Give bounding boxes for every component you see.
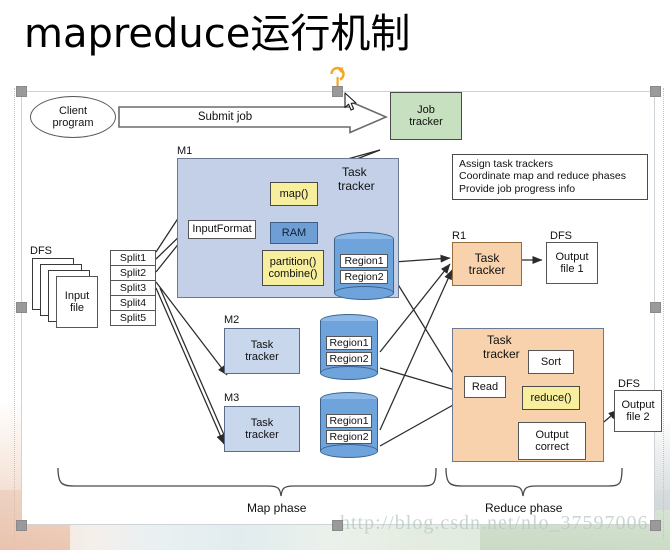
m3-region-store[interactable]: Region1 Region2: [320, 392, 378, 458]
output-file-2-line1: Output: [621, 398, 655, 411]
m1-region-1[interactable]: Region1: [340, 254, 388, 268]
cylinder-bottom: [320, 366, 378, 380]
read-node[interactable]: Read: [464, 376, 506, 398]
input-format-node[interactable]: InputFormat: [188, 220, 256, 239]
job-tracker-line2: tracker: [409, 116, 443, 128]
split-item[interactable]: Split4: [110, 295, 156, 311]
submit-job-label: Submit job: [197, 111, 253, 123]
r2-task-tracker-line1: Task: [487, 333, 512, 347]
job-tracker-line1: Job: [417, 103, 435, 116]
client-program-line2: program: [52, 117, 94, 129]
m3-region-1[interactable]: Region1: [326, 414, 372, 428]
m2-region-store[interactable]: Region1 Region2: [320, 314, 378, 380]
m1-region-store[interactable]: Region1 Region2: [334, 232, 394, 300]
m1-task-tracker-line2: tracker: [338, 179, 375, 193]
output-file-2-line2: file 2: [626, 411, 650, 423]
m2-region-1[interactable]: Region1: [326, 336, 372, 350]
slide-title[interactable]: mapreduce运行机制: [24, 6, 624, 62]
m2-task-tracker-line2: tracker: [245, 351, 279, 363]
m2-region-2[interactable]: Region2: [326, 352, 372, 366]
m3-region-2[interactable]: Region2: [326, 430, 372, 444]
mapreduce-diagram-picture[interactable]: Client program Submit job Job tracker As…: [21, 91, 662, 526]
mouse-cursor: [344, 92, 358, 112]
output-file-1-line2: file 1: [560, 263, 584, 275]
m3-task-tracker-node[interactable]: Task tracker: [224, 406, 300, 452]
m3-task-tracker-line1: Task: [250, 416, 274, 429]
selection-handle-middle-right[interactable]: [650, 302, 661, 313]
r1-dfs-label: DFS: [550, 230, 572, 242]
splits-stack: Split1 Split2 Split3 Split4 Split5: [110, 250, 156, 330]
split-item[interactable]: Split1: [110, 250, 156, 266]
m1-task-tracker-line1: Task: [342, 165, 367, 179]
m1-region-2[interactable]: Region2: [340, 270, 388, 284]
sort-node[interactable]: Sort: [528, 350, 574, 374]
input-file-line2: file: [69, 302, 85, 314]
rotate-icon: [330, 66, 345, 86]
client-program-line1: Client: [58, 104, 88, 117]
output-file-1-line1: Output: [555, 250, 589, 263]
slide-guide-right: [663, 88, 664, 540]
reduce-function-node[interactable]: reduce(): [522, 386, 580, 410]
m2-label: M2: [224, 314, 240, 326]
callout-line-3: Provide job progress info: [459, 182, 576, 195]
split-item[interactable]: Split5: [110, 310, 156, 326]
cylinder-bottom: [320, 444, 378, 458]
r1-task-tracker-node[interactable]: Task tracker: [452, 242, 522, 286]
rotate-handle[interactable]: [327, 62, 349, 86]
output-correct-line2: correct: [535, 441, 569, 453]
r2-dfs-label: DFS: [618, 378, 640, 390]
cylinder-bottom: [334, 286, 394, 300]
output-correct-node[interactable]: Output correct: [518, 422, 586, 460]
selection-handle-top-center[interactable]: [332, 86, 343, 97]
map-function-node[interactable]: map(): [270, 182, 318, 206]
selection-handle-middle-left[interactable]: [16, 302, 27, 313]
selection-handle-top-right[interactable]: [650, 86, 661, 97]
blog-watermark: http://blog.csdn.net/nlo_37597006: [340, 512, 649, 534]
diagram-canvas: Client program Submit job Job tracker As…: [22, 92, 662, 526]
m3-label: M3: [224, 392, 240, 404]
m2-task-tracker-node[interactable]: Task tracker: [224, 328, 300, 374]
input-file-node[interactable]: Input file: [56, 276, 98, 328]
m2-task-tracker-line1: Task: [250, 338, 274, 351]
r1-task-tracker-line2: tracker: [468, 263, 506, 277]
selection-handle-bottom-left[interactable]: [16, 520, 27, 531]
job-tracker-callout: Assign task trackers Coordinate map and …: [452, 154, 648, 200]
input-file-line1: Input: [64, 289, 90, 302]
callout-line-2: Coordinate map and reduce phases: [459, 170, 626, 183]
output-correct-line1: Output: [535, 428, 569, 441]
r2-task-tracker-line2: tracker: [483, 347, 520, 361]
selection-handle-top-left[interactable]: [16, 86, 27, 97]
output-file-2-node[interactable]: Output file 2: [614, 390, 662, 432]
r1-label: R1: [452, 230, 467, 242]
m1-label: M1: [177, 145, 193, 157]
map-phase-label: Map phase: [247, 501, 307, 515]
selection-handle-bottom-center[interactable]: [332, 520, 343, 531]
partition-line2: combine(): [268, 268, 318, 280]
partition-combine-node[interactable]: partition() combine(): [262, 250, 324, 286]
m3-task-tracker-line2: tracker: [245, 429, 279, 441]
dfs-left-label: DFS: [30, 245, 52, 257]
job-tracker-node[interactable]: Job tracker: [390, 92, 462, 140]
partition-line1: partition(): [269, 255, 317, 268]
slide-guide-left: [14, 88, 15, 540]
split-item[interactable]: Split2: [110, 265, 156, 281]
callout-line-1: Assign task trackers: [459, 158, 553, 170]
output-file-1-node[interactable]: Output file 1: [546, 242, 598, 284]
split-item[interactable]: Split3: [110, 280, 156, 296]
ram-node[interactable]: RAM: [270, 222, 318, 244]
cursor-arrow-icon: [344, 92, 357, 111]
selection-handle-bottom-right[interactable]: [650, 520, 661, 531]
